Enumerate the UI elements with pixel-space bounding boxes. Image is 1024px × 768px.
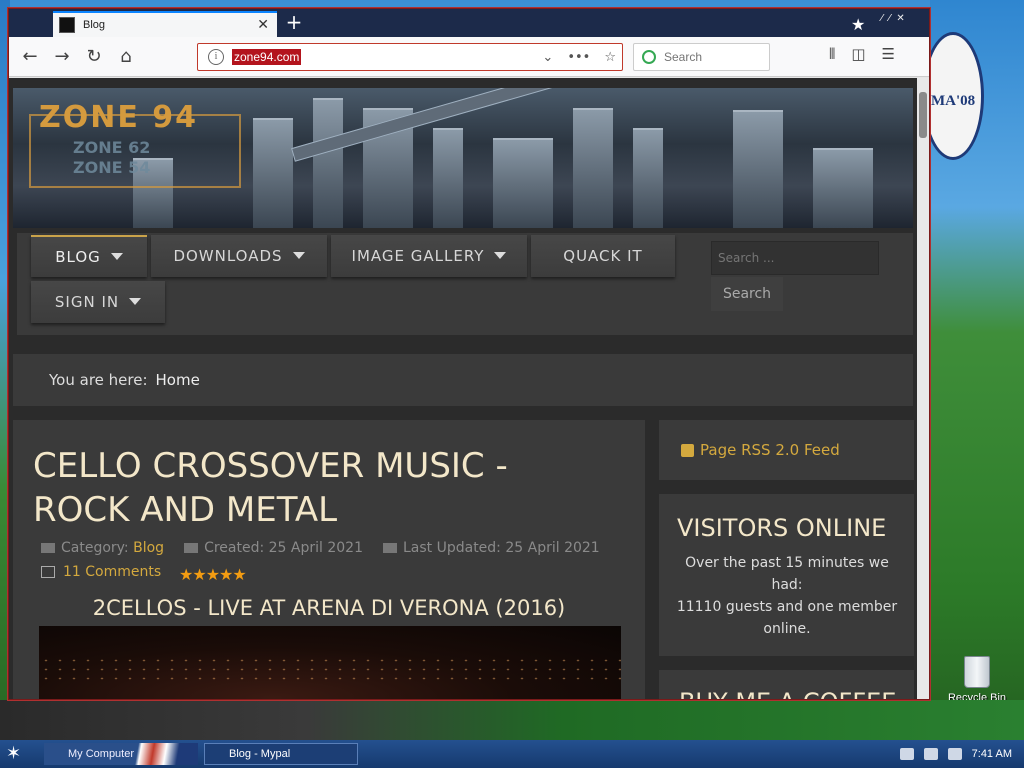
visitors-title: VISITORS ONLINE bbox=[677, 514, 887, 542]
calendar-icon bbox=[184, 543, 199, 553]
breadcrumb: You are here: Home bbox=[13, 354, 913, 406]
caret-down-icon bbox=[110, 252, 123, 260]
tab-blog[interactable]: Blog ✕ bbox=[53, 11, 277, 37]
bookmark-star-icon[interactable]: ☆ bbox=[604, 50, 616, 65]
buy-coffee-module: BUY ME A COFFEE bbox=[659, 670, 914, 699]
caret-down-icon bbox=[129, 297, 142, 305]
site-menu: BLOG DOWNLOADS IMAGE GALLERY QUACK IT SI… bbox=[17, 233, 913, 335]
folder-icon bbox=[41, 543, 55, 553]
menu-image-gallery[interactable]: IMAGE GALLERY bbox=[331, 235, 527, 277]
coffee-title: BUY ME A COFFEE bbox=[679, 688, 896, 699]
home-button[interactable]: ⌂ bbox=[113, 45, 139, 69]
search-engine-icon bbox=[642, 50, 656, 64]
campaign-logo: MA'08 bbox=[922, 32, 984, 160]
sidebar-toggle-icon[interactable]: ◫ bbox=[851, 45, 865, 63]
created-date: Created: 25 April 2021 bbox=[204, 540, 363, 556]
menu-quack-it[interactable]: QUACK IT bbox=[531, 235, 675, 277]
campaign-logo-text: MA'08 bbox=[931, 93, 976, 109]
desktop-bottom-wallpaper bbox=[0, 700, 1024, 740]
visitors-online-module: VISITORS ONLINE Over the past 15 minutes… bbox=[659, 494, 914, 656]
breadcrumb-home[interactable]: Home bbox=[156, 371, 200, 389]
comment-icon bbox=[41, 566, 55, 578]
updated-date: Last Updated: 25 April 2021 bbox=[402, 540, 600, 556]
rating-stars[interactable]: ★★★★★ bbox=[179, 565, 247, 584]
web-page: ZONE 94 ZONE 62 ZONE 54 BLOG DOWNLOADS I… bbox=[9, 78, 917, 699]
tab-title: Blog bbox=[83, 19, 106, 31]
video-title: 2CELLOS - LIVE AT ARENA DI VERONA (2016) bbox=[92, 596, 566, 620]
calendar-icon bbox=[382, 543, 397, 553]
navigation-toolbar: ← → ↻ ⌂ i zone94.com ⌄ ••• ☆ ⫴ ◫ ☰ bbox=[9, 37, 929, 77]
close-tab-icon[interactable]: ✕ bbox=[257, 17, 269, 33]
recycle-bin-shortcut[interactable]: Recycle Bin bbox=[942, 656, 1012, 704]
browser-window: Blog ✕ + ★ ⁄⁄✕ ← → ↻ ⌂ i zone94.com ⌄ ••… bbox=[8, 8, 930, 700]
system-tray: 7:41 AM bbox=[870, 743, 1024, 765]
hamburger-menu-icon[interactable]: ☰ bbox=[882, 45, 895, 63]
site-logo-sub: ZONE 62 ZONE 54 bbox=[73, 138, 151, 177]
embedded-video[interactable] bbox=[39, 626, 621, 699]
rss-icon bbox=[681, 443, 694, 457]
forward-button[interactable]: → bbox=[49, 45, 75, 69]
taskbar-item-blog[interactable]: Blog - Mypal bbox=[204, 743, 358, 765]
reload-button[interactable]: ↻ bbox=[81, 45, 107, 69]
site-logo-main: ZONE 94 bbox=[39, 100, 199, 135]
site-search-input[interactable] bbox=[712, 242, 878, 274]
star-icon: ★ bbox=[851, 15, 866, 34]
clock[interactable]: 7:41 AM bbox=[972, 748, 1012, 760]
site-info-icon[interactable]: i bbox=[208, 49, 224, 65]
favicon-icon bbox=[59, 17, 75, 33]
page-actions-icon[interactable]: ••• bbox=[567, 50, 590, 65]
site-search-box[interactable] bbox=[711, 241, 879, 275]
taskbar-item-my-computer[interactable]: My Computer bbox=[44, 743, 198, 765]
caret-down-icon bbox=[292, 251, 305, 259]
browser-search-input[interactable] bbox=[664, 50, 759, 64]
menu-blog[interactable]: BLOG bbox=[31, 235, 147, 277]
rss-feed-link[interactable]: Page RSS 2.0 Feed bbox=[659, 420, 914, 480]
keyboard-icon[interactable] bbox=[899, 748, 914, 760]
article-panel: CELLO CROSSOVER MUSIC - ROCK AND METAL C… bbox=[13, 420, 645, 699]
library-icon[interactable]: ⫴ bbox=[829, 45, 835, 63]
article-title[interactable]: CELLO CROSSOVER MUSIC - ROCK AND METAL bbox=[33, 444, 593, 532]
caret-down-icon bbox=[494, 251, 507, 259]
url-text[interactable]: zone94.com bbox=[232, 49, 302, 65]
site-banner[interactable]: ZONE 94 ZONE 62 ZONE 54 bbox=[13, 88, 913, 228]
browser-search-box[interactable] bbox=[633, 43, 770, 71]
network-icon[interactable] bbox=[923, 748, 938, 760]
start-button[interactable]: ✶ bbox=[6, 744, 30, 764]
new-tab-button[interactable]: + bbox=[281, 11, 307, 35]
site-search-button[interactable]: Search bbox=[711, 277, 783, 311]
scrollbar-thumb[interactable] bbox=[919, 92, 927, 138]
comments-link[interactable]: 11 Comments bbox=[41, 564, 161, 580]
chevron-down-icon[interactable]: ⌄ bbox=[542, 50, 553, 65]
recycle-bin-icon bbox=[964, 656, 990, 688]
menu-downloads[interactable]: DOWNLOADS bbox=[151, 235, 327, 277]
back-button[interactable]: ← bbox=[17, 45, 43, 69]
tab-strip: Blog ✕ + ★ ⁄⁄✕ bbox=[9, 9, 929, 37]
search-icon[interactable] bbox=[947, 748, 962, 760]
breadcrumb-label: You are here: bbox=[49, 371, 148, 389]
visitors-text: Over the past 15 minutes we had: 11110 g… bbox=[676, 555, 898, 637]
menu-sign-in[interactable]: SIGN IN bbox=[31, 281, 165, 323]
article-meta: Category: Blog Created: 25 April 2021 La… bbox=[41, 540, 600, 556]
page-scrollbar[interactable] bbox=[917, 78, 929, 699]
taskbar: ✶ My Computer Blog - Mypal 7:41 AM bbox=[0, 740, 1024, 768]
category-link[interactable]: Blog bbox=[133, 540, 164, 556]
address-bar[interactable]: i zone94.com ⌄ ••• ☆ bbox=[197, 43, 623, 71]
city-lights bbox=[39, 656, 621, 686]
window-controls[interactable]: ⁄⁄✕ bbox=[881, 13, 911, 24]
